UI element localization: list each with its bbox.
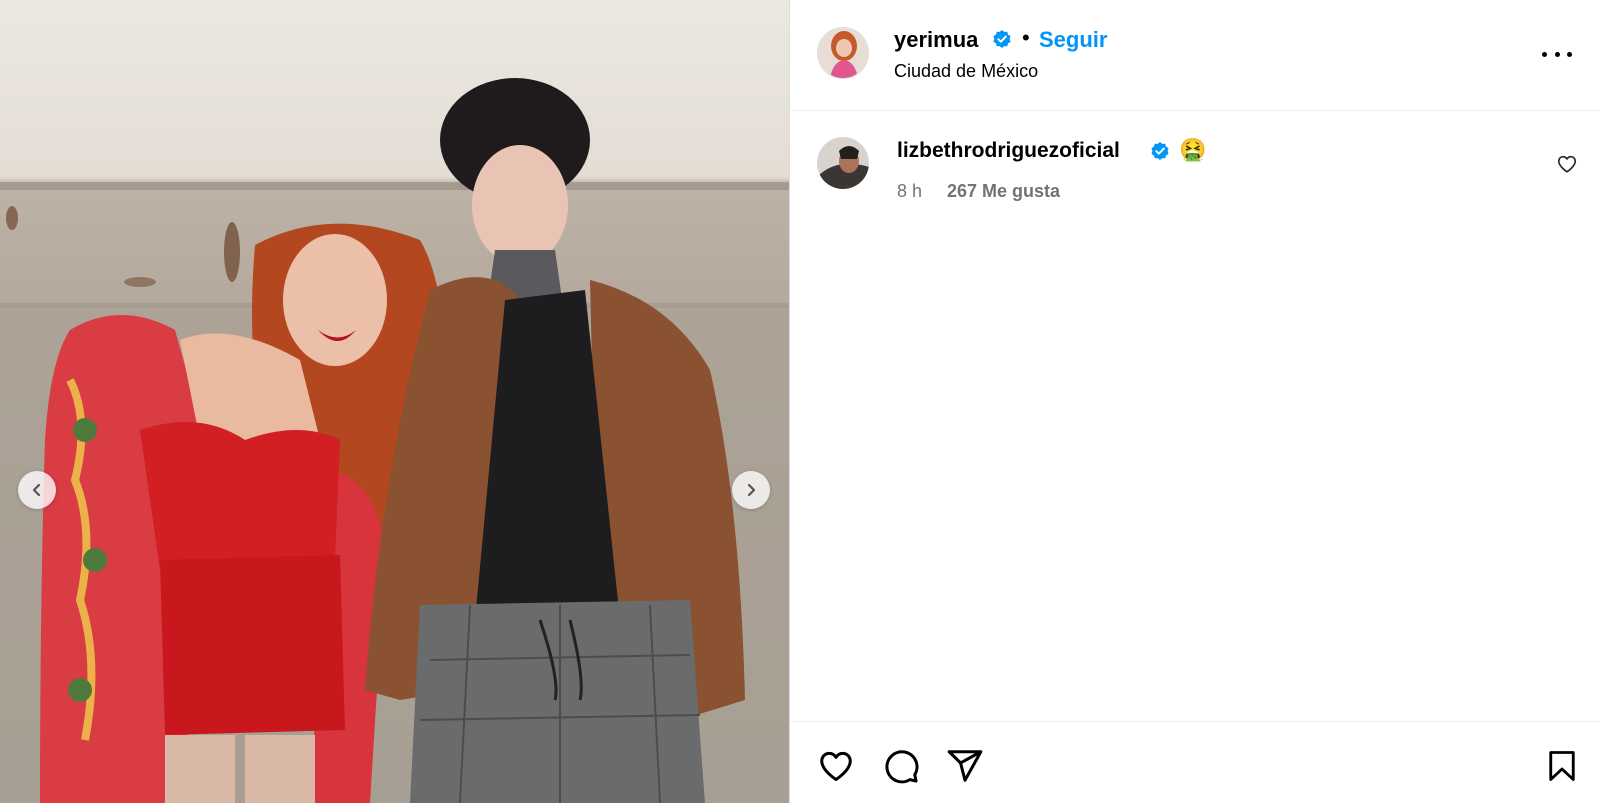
post-header: yerimua • Seguir Ciudad de México <box>790 0 1600 111</box>
comment-timestamp[interactable]: 8 h <box>897 181 922 202</box>
heart-outline-icon <box>1557 155 1577 173</box>
commenter-avatar[interactable] <box>817 137 869 189</box>
heart-icon <box>820 751 852 781</box>
header-separator: • <box>1022 25 1030 50</box>
comment-item: lizbethrodriguezoficial 🤮 8 h 267 Me gus… <box>790 111 1600 221</box>
carousel-previous-button[interactable] <box>18 471 56 509</box>
post-location[interactable]: Ciudad de México <box>894 61 1038 82</box>
send-icon <box>947 750 983 782</box>
carousel-next-button[interactable] <box>732 471 770 509</box>
save-button[interactable] <box>1544 747 1580 790</box>
commenter-avatar-image <box>817 137 869 189</box>
commenter-username[interactable]: lizbethrodriguezoficial <box>897 139 1120 163</box>
more-options-icon <box>1542 51 1547 57</box>
post-actions-bar <box>790 721 1600 803</box>
comment-text: 🤮 <box>1179 137 1207 162</box>
more-options-icon <box>1567 51 1572 57</box>
more-options-button[interactable] <box>1542 44 1572 64</box>
comment-button[interactable] <box>882 747 920 790</box>
author-avatar[interactable] <box>817 27 869 79</box>
more-options-icon <box>1554 51 1560 57</box>
author-username[interactable]: yerimua <box>894 27 978 53</box>
post-side-panel: yerimua • Seguir Ciudad de México lizbet… <box>789 0 1600 803</box>
chevron-right-icon <box>747 483 756 497</box>
post-photo <box>0 78 789 803</box>
share-button[interactable] <box>946 747 984 790</box>
comment-icon <box>885 750 919 784</box>
post-media[interactable] <box>0 0 789 803</box>
bookmark-icon <box>1549 751 1575 781</box>
author-avatar-image <box>818 28 868 78</box>
follow-button[interactable]: Seguir <box>1039 27 1107 53</box>
comment-like-count[interactable]: 267 Me gusta <box>947 181 1060 202</box>
verified-badge-icon <box>1150 141 1170 166</box>
like-button[interactable] <box>817 747 855 790</box>
verified-badge-icon <box>992 29 1012 54</box>
instagram-post: yerimua • Seguir Ciudad de México lizbet… <box>0 0 1600 803</box>
chevron-left-icon <box>32 483 41 497</box>
comment-like-button[interactable] <box>1556 153 1578 180</box>
